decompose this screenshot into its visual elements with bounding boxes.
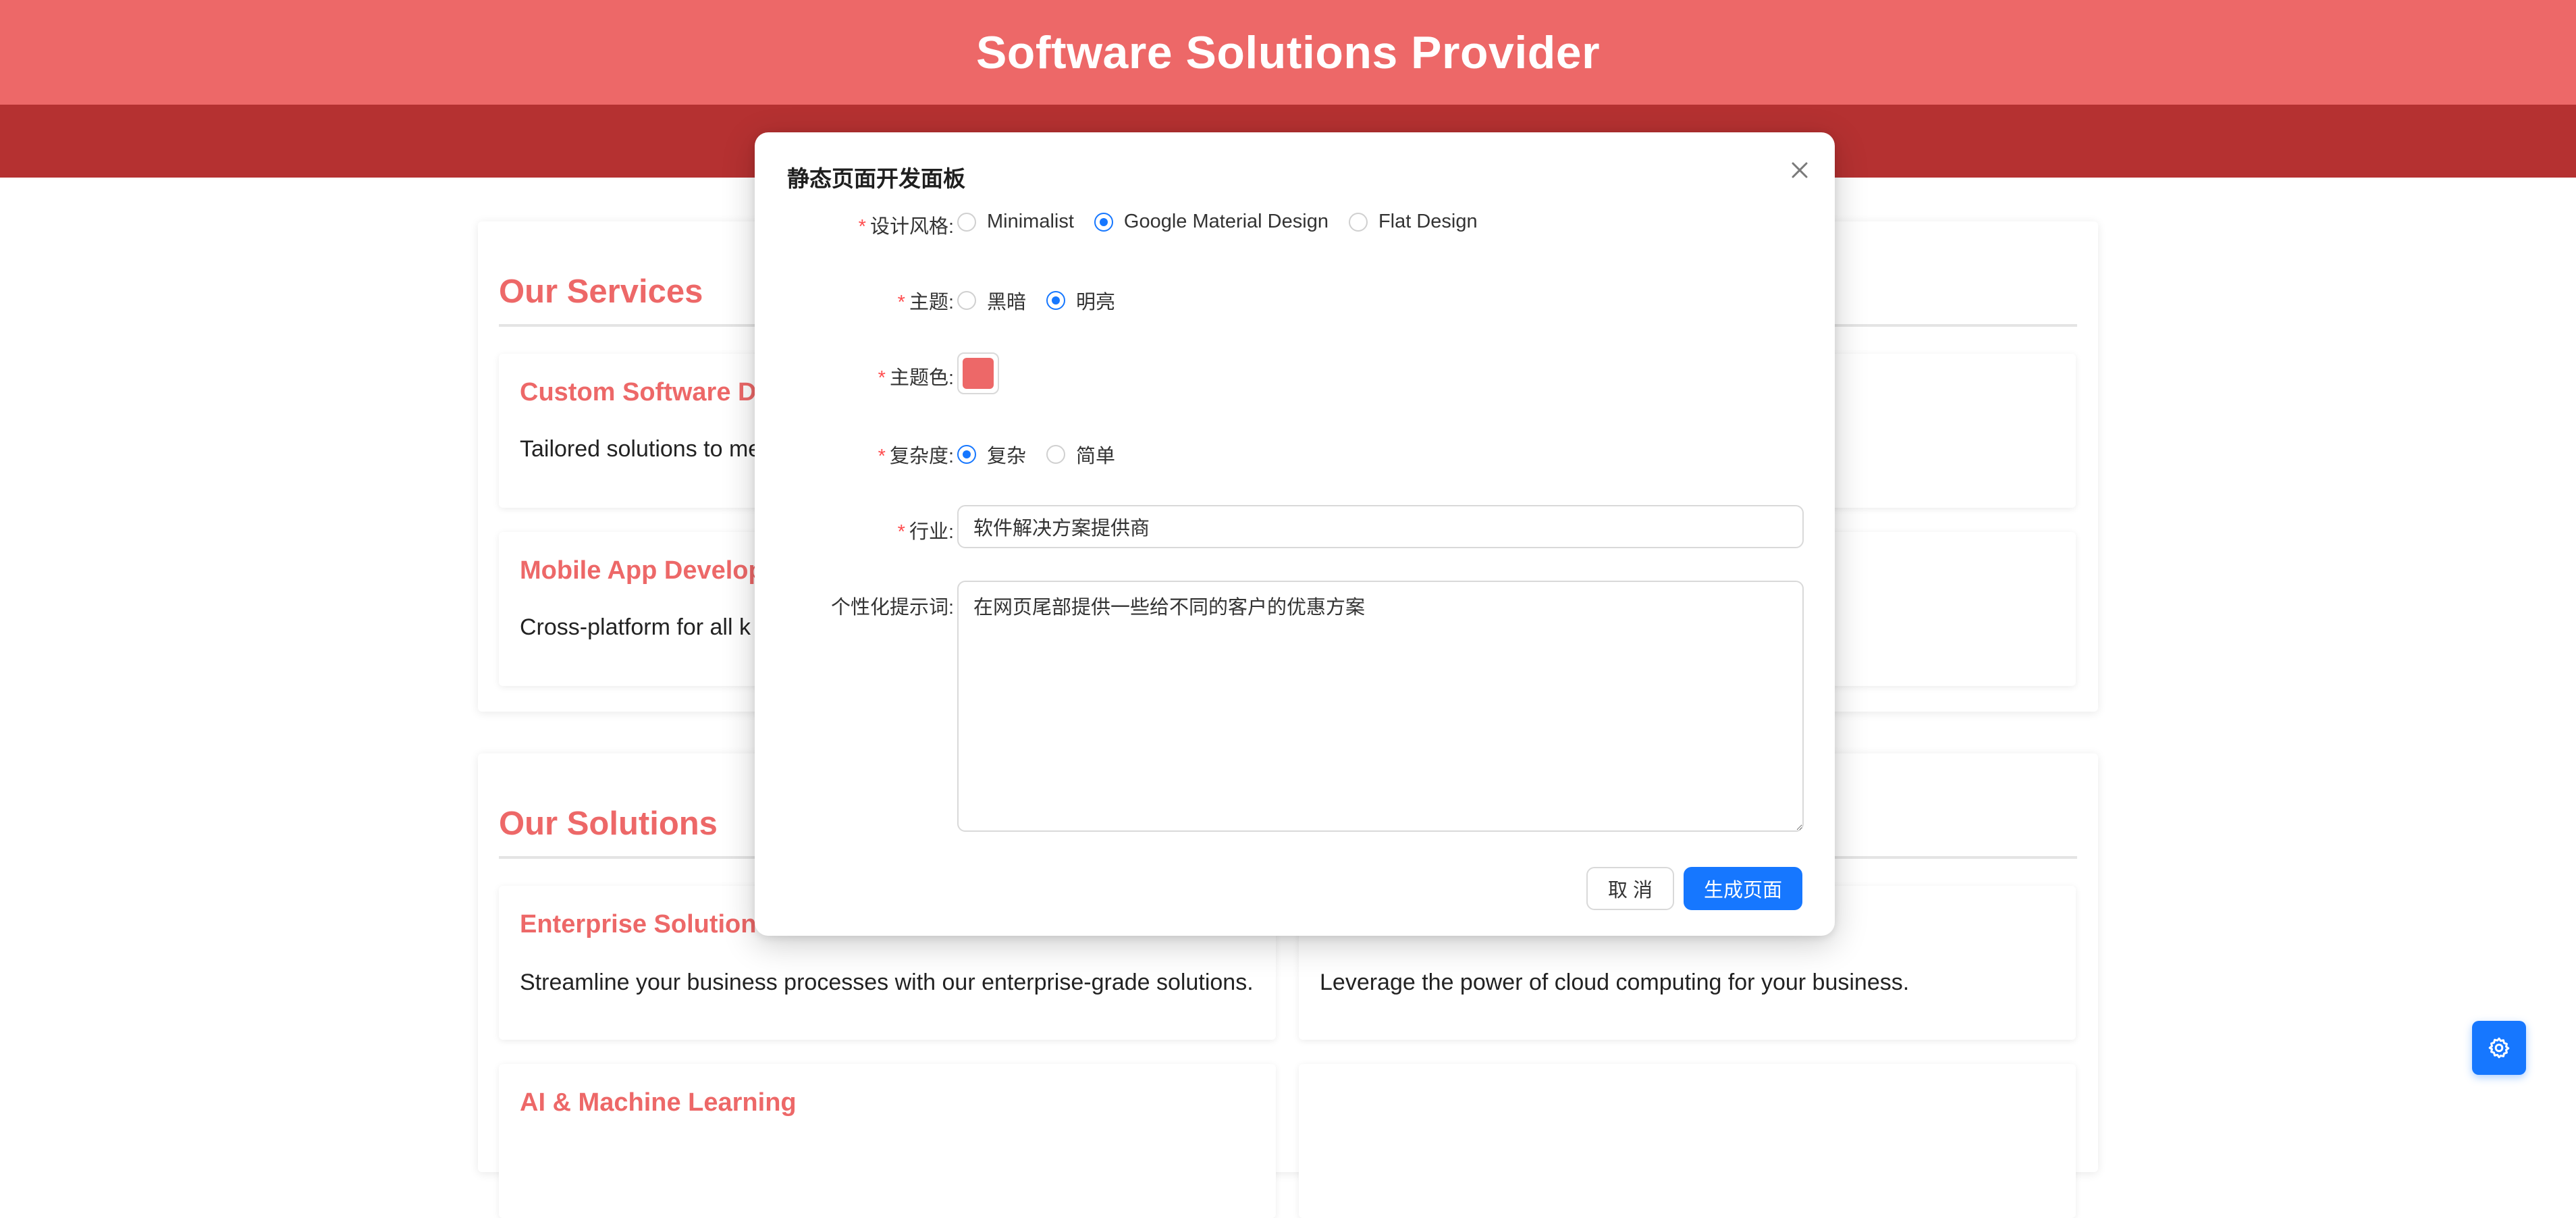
theme-label: * 主题: — [898, 286, 954, 315]
radio-dark[interactable]: 黑暗 — [957, 286, 1026, 315]
radio-button[interactable] — [1348, 212, 1368, 232]
close-icon[interactable] — [1786, 157, 1813, 184]
radio-button[interactable] — [1046, 291, 1066, 310]
complexity-label: * 复杂度: — [878, 440, 954, 469]
radio-button[interactable] — [957, 291, 976, 310]
page-generator-dialog: 静态页面开发面板 * 设计风格: Minimalist Google Materi… — [755, 132, 1835, 936]
radio-label: Google Material Design — [1123, 211, 1329, 232]
gear-icon — [2488, 1037, 2510, 1059]
design-style-label: * 设计风格: — [859, 211, 954, 239]
complexity-radio-group: 复杂 简单 — [957, 440, 1135, 469]
radio-simple[interactable]: 简单 — [1046, 440, 1115, 469]
prompt-label: 个性化提示词: — [830, 597, 954, 618]
radio-label: 黑暗 — [987, 292, 1027, 313]
label-text: 复杂度: — [889, 446, 954, 467]
required-mark: * — [897, 292, 905, 313]
radio-label: 明亮 — [1076, 292, 1116, 313]
generate-page-button[interactable]: 生成页面 — [1684, 867, 1802, 910]
design-style-radio-group: Minimalist Google Material Design Flat D… — [957, 211, 1498, 233]
label-text: 行业: — [909, 521, 954, 543]
label-text: 主题色: — [889, 367, 954, 389]
theme-color-label: * 主题色: — [878, 362, 954, 390]
radio-flat-design[interactable]: Flat Design — [1348, 211, 1478, 233]
radio-minimalist[interactable]: Minimalist — [957, 211, 1074, 233]
radio-label: Minimalist — [987, 211, 1074, 232]
radio-button[interactable] — [1046, 445, 1066, 464]
required-mark: * — [858, 216, 866, 238]
color-picker[interactable] — [957, 352, 999, 394]
radio-complex[interactable]: 复杂 — [957, 440, 1026, 469]
radio-button[interactable] — [957, 212, 976, 232]
label-text: 主题: — [909, 292, 954, 313]
required-mark: * — [878, 446, 886, 467]
radio-label: 复杂 — [987, 446, 1027, 467]
dialog-title: 静态页面开发面板 — [787, 166, 965, 191]
required-mark: * — [897, 521, 905, 543]
radio-button[interactable] — [1094, 212, 1113, 232]
radio-label: 简单 — [1076, 446, 1116, 467]
radio-button[interactable] — [957, 445, 976, 464]
close-icon-glyph — [1792, 162, 1808, 178]
required-mark: * — [878, 367, 886, 389]
prompt-textarea[interactable]: 在网页尾部提供一些给不同的客户的优惠方案 — [957, 581, 1804, 832]
industry-input[interactable] — [957, 505, 1804, 548]
radio-label: Flat Design — [1378, 211, 1478, 232]
color-swatch — [963, 358, 994, 389]
settings-button[interactable] — [2472, 1021, 2526, 1075]
radio-light[interactable]: 明亮 — [1046, 286, 1115, 315]
cancel-button[interactable]: 取 消 — [1586, 867, 1674, 910]
industry-label: * 行业: — [898, 516, 954, 544]
label-text: 设计风格: — [869, 216, 954, 238]
theme-radio-group: 黑暗 明亮 — [957, 286, 1135, 315]
radio-material-design[interactable]: Google Material Design — [1094, 211, 1329, 233]
